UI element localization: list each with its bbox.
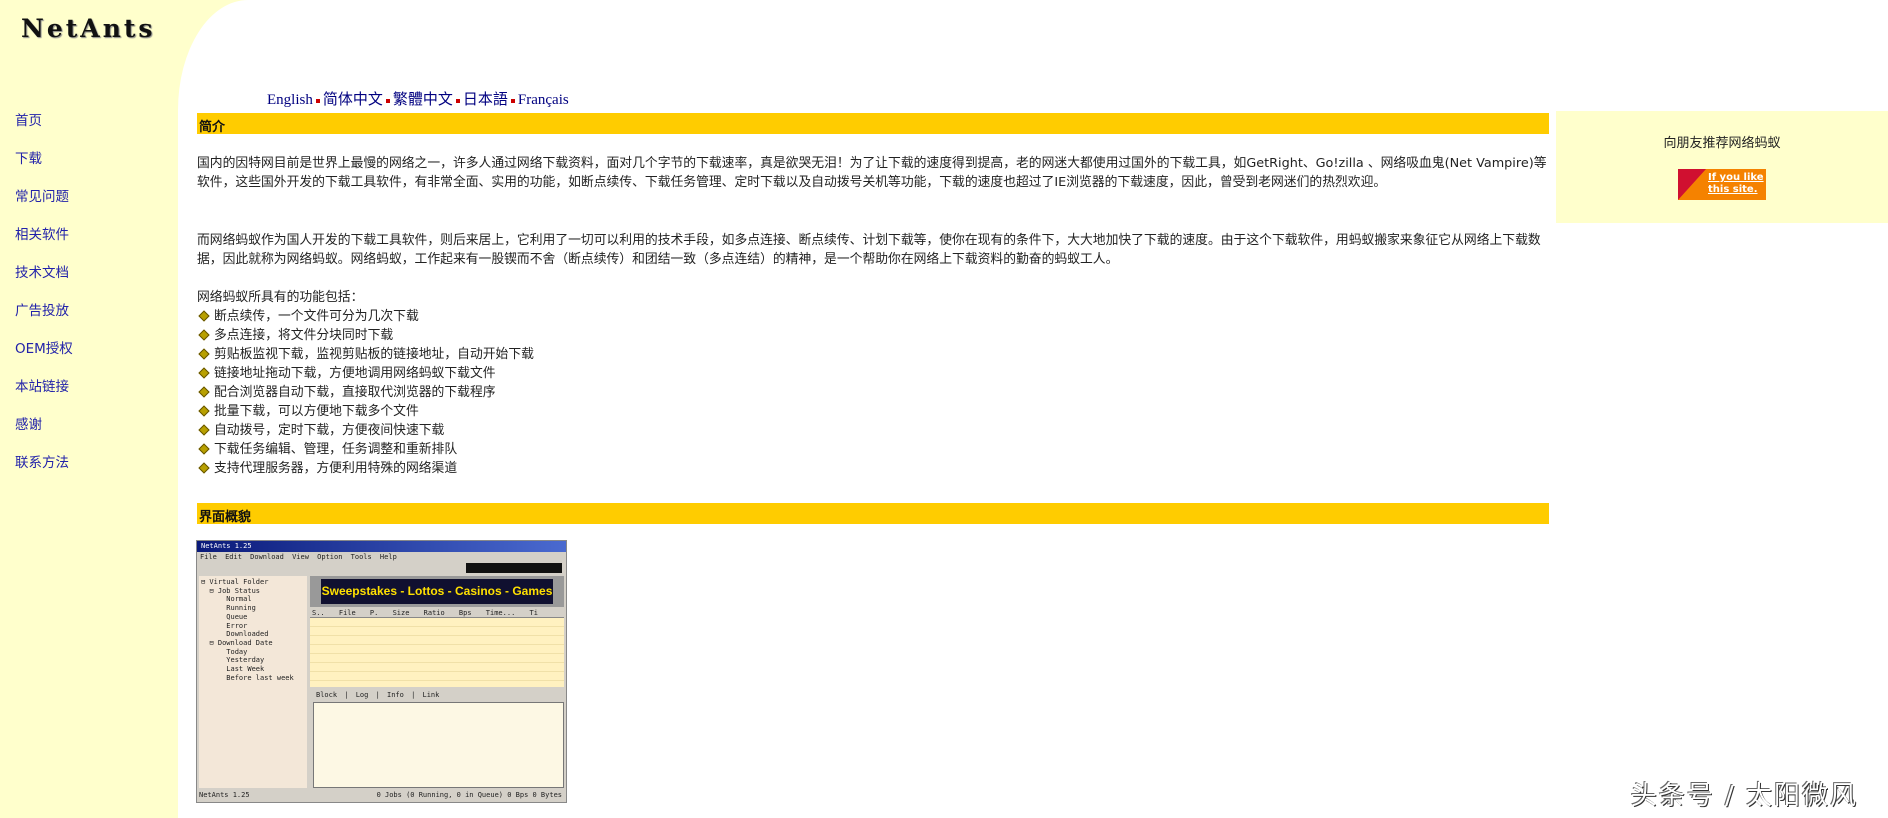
- app-folder-tree: ⊟ Virtual Folder ⊟ Job Status Normal Run…: [199, 576, 307, 788]
- recommend-text: 向朋友推荐网络蚂蚁: [1663, 136, 1781, 151]
- nav-home[interactable]: 首页: [15, 109, 73, 147]
- list-item: 链接地址拖动下载，方便地调用网络蚂蚁下载文件: [197, 364, 534, 383]
- app-speed-display: [466, 563, 562, 573]
- logo: NetAnts: [21, 14, 156, 43]
- app-tabs: Block | Log | Info | Link: [316, 691, 440, 699]
- diamond-bullet-icon: [198, 329, 210, 341]
- intro-paragraph-2: 而网络蚂蚁作为国人开发的下载工具软件，则后来居上，它利用了一切可以利用的技术手段…: [197, 233, 1541, 267]
- diamond-bullet-icon: [198, 443, 210, 455]
- list-item: 配合浏览器自动下载，直接取代浏览器的下载程序: [197, 383, 534, 402]
- watermark: 头条号 / 太阳微风: [1630, 781, 1858, 811]
- lang-french[interactable]: Français: [518, 92, 569, 108]
- language-links: English 简体中文 繁體中文 日本語 Français: [267, 88, 569, 109]
- lang-simplified-chinese[interactable]: 简体中文: [323, 92, 383, 108]
- separator: [315, 98, 320, 103]
- nav-tech-docs[interactable]: 技术文档: [15, 261, 73, 299]
- app-title-bar: NetAnts 1.25: [197, 541, 566, 552]
- list-item: 多点连接，将文件分块同时下载: [197, 326, 534, 345]
- list-item: 支持代理服务器，方便利用特殊的网络渠道: [197, 459, 534, 478]
- app-menu-bar: File Edit Download View Option Tools Hel…: [200, 553, 397, 561]
- nav-faq[interactable]: 常见问题: [15, 185, 73, 223]
- app-job-list: S.. File P. Size Ratio Bps Time... Ti: [310, 609, 564, 687]
- feature-list: 网络蚂蚁所具有的功能包括： 断点续传，一个文件可分为几次下载 多点连接，将文件分…: [197, 288, 534, 478]
- nav-thanks[interactable]: 感谢: [15, 413, 73, 451]
- separator: [510, 98, 515, 103]
- app-status-bar: NetAnts 1.25 0 Jobs (0 Running, 0 in Queu…: [199, 791, 562, 799]
- list-item: 自动拨号，定时下载，方便夜间快速下载: [197, 421, 534, 440]
- list-item: 断点续传，一个文件可分为几次下载: [197, 307, 534, 326]
- section-header-interface: 界面概貌: [197, 503, 1549, 525]
- app-ad-banner: Sweepstakes - Lottos - Casinos - Games: [310, 576, 564, 607]
- app-log-pane: [313, 702, 564, 788]
- diamond-bullet-icon: [198, 462, 210, 474]
- features-title: 网络蚂蚁所具有的功能包括：: [197, 290, 364, 305]
- app-job-columns: S.. File P. Size Ratio Bps Time... Ti: [310, 609, 564, 618]
- separator: [385, 98, 390, 103]
- section-header-intro: 简介: [197, 113, 1549, 135]
- intro-paragraph-1: 国内的因特网目前是世界上最慢的网络之一，许多人通过网络下载资料，面对几个字节的下…: [197, 156, 1547, 190]
- diamond-bullet-icon: [198, 386, 210, 398]
- nav-site-links[interactable]: 本站链接: [15, 375, 73, 413]
- app-toolbar: [197, 562, 566, 574]
- lang-traditional-chinese[interactable]: 繁體中文: [393, 92, 453, 108]
- diamond-bullet-icon: [198, 424, 210, 436]
- diamond-bullet-icon: [198, 367, 210, 379]
- diamond-bullet-icon: [198, 348, 210, 360]
- app-screenshot: NetAnts 1.25 File Edit Download View Opt…: [196, 540, 567, 803]
- nav-download[interactable]: 下载: [15, 147, 73, 185]
- lang-japanese[interactable]: 日本語: [463, 92, 508, 108]
- list-item: 下载任务编辑、管理，任务调整和重新排队: [197, 440, 534, 459]
- diamond-bullet-icon: [198, 405, 210, 417]
- nav-contact[interactable]: 联系方法: [15, 451, 73, 489]
- separator: [455, 98, 460, 103]
- sidebar-nav: 首页 下载 常见问题 相关软件 技术文档 广告投放 OEM授权 本站链接 感谢 …: [15, 109, 73, 489]
- recommend-panel: 向朋友推荐网络蚂蚁 If you like this site.: [1556, 111, 1888, 223]
- lang-english[interactable]: English: [267, 92, 313, 108]
- list-item: 剪贴板监视下载，监视剪贴板的链接地址，自动开始下载: [197, 345, 534, 364]
- nav-related-software[interactable]: 相关软件: [15, 223, 73, 261]
- nav-oem[interactable]: OEM授权: [15, 337, 73, 375]
- nav-advertising[interactable]: 广告投放: [15, 299, 73, 337]
- diamond-bullet-icon: [198, 310, 210, 322]
- list-item: 批量下载，可以方便地下载多个文件: [197, 402, 534, 421]
- recommend-badge-button[interactable]: If you like this site.: [1678, 169, 1766, 200]
